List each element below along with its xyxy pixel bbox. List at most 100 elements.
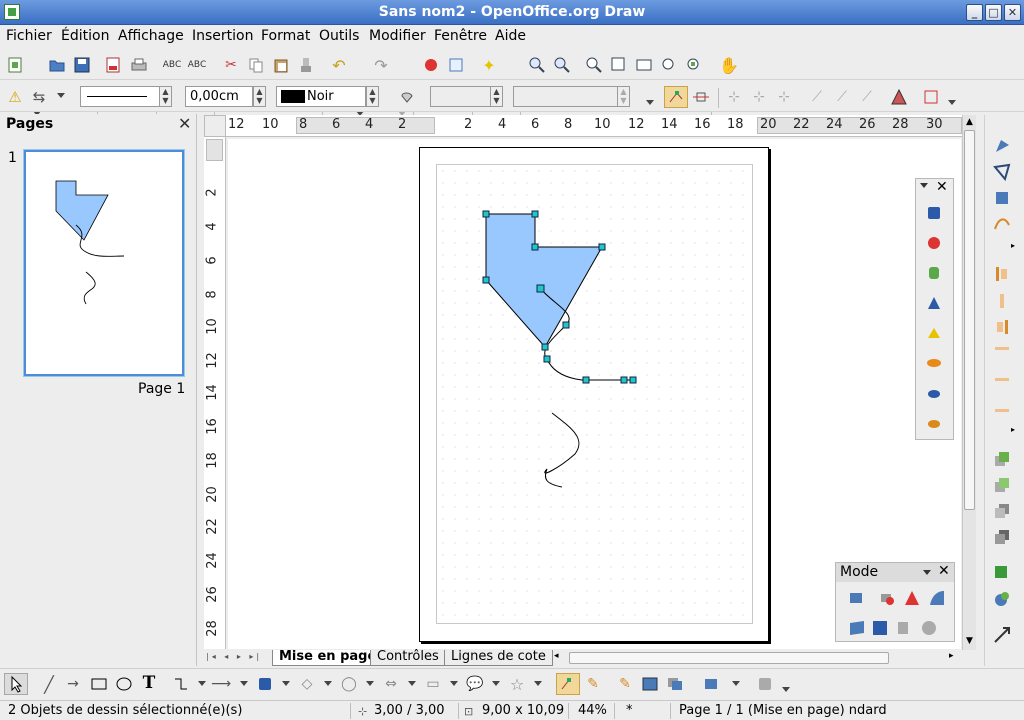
align-left-icon[interactable]: [993, 265, 1013, 283]
in-front-icon[interactable]: [993, 564, 1013, 582]
line-color-spin[interactable]: ▲ ▼: [366, 86, 379, 107]
hscroll-left-icon[interactable]: ◂: [554, 651, 566, 665]
3d-effects-icon[interactable]: [756, 675, 774, 693]
stars-dropdown-icon[interactable]: [492, 681, 500, 686]
tab-controles[interactable]: Contrôles: [370, 650, 446, 666]
area-fill-spin[interactable]: ▲ ▼: [617, 86, 630, 107]
close-pages-panel-icon[interactable]: ✕: [178, 114, 191, 133]
redo-icon[interactable]: ↷: [372, 56, 390, 75]
menu-edition[interactable]: Édition: [61, 28, 109, 44]
menu-fichier[interactable]: Fichier: [6, 28, 52, 44]
text-tool-icon[interactable]: T: [140, 673, 158, 693]
line-ends-icon[interactable]: ⇆: [30, 88, 48, 106]
copy-icon[interactable]: [247, 56, 265, 74]
extrusion-dropdown-icon[interactable]: [732, 681, 740, 686]
cone-icon[interactable]: [926, 295, 942, 311]
menu-fenetre[interactable]: Fenêtre: [434, 28, 487, 44]
points-mode-button[interactable]: [664, 86, 688, 108]
line-style-select[interactable]: [80, 86, 160, 107]
line-tool-icon[interactable]: ╱: [40, 675, 58, 694]
rectangle-tool-icon[interactable]: [90, 675, 108, 693]
fontwork-icon[interactable]: ✎: [616, 675, 634, 693]
line-width-field[interactable]: 0,00cm: [185, 86, 253, 107]
callouts-icon[interactable]: ▭: [424, 675, 442, 693]
select-tool-button[interactable]: [4, 673, 28, 695]
bring-to-front-icon[interactable]: [993, 450, 1013, 468]
convert-curve-icon[interactable]: ⟋: [833, 88, 851, 106]
mode-panel-menu-icon[interactable]: [923, 570, 931, 575]
drawing-overflow-icon[interactable]: [782, 687, 790, 692]
line-ends-dropdown-icon[interactable]: [57, 93, 65, 98]
sphere-icon[interactable]: [926, 235, 942, 251]
distort-icon[interactable]: [848, 619, 866, 637]
zoom-in-icon[interactable]: [528, 56, 546, 74]
send-to-back-icon[interactable]: [993, 528, 1013, 546]
insert-point-icon[interactable]: ⊹: [725, 88, 743, 106]
expand-arrow-icon[interactable]: ▸: [1011, 425, 1015, 434]
zoom-object-icon[interactable]: [685, 56, 703, 74]
vertical-ruler[interactable]: 2 4 6 8 10 12 14 16 18 20 22 24 26 28: [204, 137, 226, 649]
polygon-icon[interactable]: [993, 189, 1013, 207]
transformations-icon[interactable]: [993, 626, 1013, 644]
vertical-scrollbar[interactable]: ▲ ▼: [962, 115, 976, 650]
lines-dropdown-icon[interactable]: [240, 681, 248, 686]
arrow-line-tool-icon[interactable]: →: [64, 675, 82, 693]
spellcheck-icon[interactable]: ABC: [163, 56, 181, 74]
save-icon[interactable]: [73, 56, 91, 74]
scroll-down-icon[interactable]: ▼: [964, 636, 975, 646]
horizontal-ruler[interactable]: 12 10 8 6 4 2 2 4 6 8 10 12 14 16 18 20 …: [204, 115, 962, 137]
zoom-status[interactable]: 44%: [578, 703, 607, 718]
zoom-out-icon[interactable]: [553, 56, 571, 74]
block-arrows-dropdown-icon[interactable]: [366, 681, 374, 686]
area-fill-field[interactable]: [513, 86, 623, 107]
menu-affichage[interactable]: Affichage: [118, 28, 184, 44]
flip-icon[interactable]: [878, 589, 896, 607]
set-in-circle-icon[interactable]: [928, 589, 946, 607]
zoom-icon[interactable]: [585, 56, 603, 74]
delete-point-icon[interactable]: ⊹: [775, 88, 793, 106]
print-icon[interactable]: [130, 56, 148, 74]
half-sphere-icon[interactable]: [926, 415, 942, 431]
area-style-spin[interactable]: ▲ ▼: [490, 86, 503, 107]
close-bezier-icon[interactable]: ⟋: [858, 88, 876, 106]
hscroll-right-icon[interactable]: ▸: [949, 651, 961, 665]
extrusion-icon[interactable]: [920, 619, 938, 637]
cylinder-icon[interactable]: [926, 265, 942, 281]
basic-shapes-icon[interactable]: [256, 675, 274, 693]
lines-arrows-icon[interactable]: ⟶: [211, 675, 231, 693]
new-document-icon[interactable]: [6, 56, 24, 74]
toolbar-overflow-icon[interactable]: [646, 100, 654, 105]
menu-aide[interactable]: Aide: [495, 28, 526, 44]
block-arrows-icon[interactable]: ◯: [340, 675, 358, 693]
menu-outils[interactable]: Outils: [319, 28, 359, 44]
scroll-thumb[interactable]: [964, 130, 975, 510]
maximize-button[interactable]: □: [985, 4, 1002, 21]
minimize-button[interactable]: _: [966, 4, 983, 21]
crop-icon[interactable]: [922, 88, 940, 106]
cut-icon[interactable]: ✂: [222, 56, 240, 74]
scroll-up-icon[interactable]: ▲: [964, 117, 975, 127]
tab-mise-en-page[interactable]: Mise en page: [272, 650, 384, 666]
export-pdf-icon[interactable]: [104, 56, 122, 74]
connector-dropdown-icon[interactable]: [198, 681, 206, 686]
palette-menu-icon[interactable]: [920, 183, 928, 188]
glue-points-icon[interactable]: [692, 88, 710, 106]
tab-nav-arrows[interactable]: |◂ ◂ ▸ ▸|: [206, 652, 266, 664]
flowchart-dropdown-icon[interactable]: [408, 681, 416, 686]
line-style-spin[interactable]: ▲ ▼: [159, 86, 172, 107]
connector-tool-icon[interactable]: [172, 675, 190, 693]
close-palette-icon[interactable]: ✕: [936, 179, 948, 195]
move-point-icon[interactable]: ⊹: [750, 88, 768, 106]
send-backward-icon[interactable]: [993, 502, 1013, 520]
menu-insertion[interactable]: Insertion: [192, 28, 253, 44]
gallery-toggle-icon[interactable]: [666, 675, 684, 693]
freeform-icon[interactable]: [993, 215, 1013, 233]
align-middle-icon[interactable]: [993, 370, 1013, 388]
shape-icon[interactable]: [993, 137, 1013, 155]
navigator-icon[interactable]: [447, 56, 465, 74]
extrusion-toggle-icon[interactable]: [702, 675, 720, 693]
close-mode-panel-icon[interactable]: ✕: [938, 563, 950, 579]
callouts-dropdown-icon[interactable]: [450, 681, 458, 686]
page-thumbnail[interactable]: [24, 150, 184, 376]
stars-icon[interactable]: 💬: [466, 675, 484, 693]
